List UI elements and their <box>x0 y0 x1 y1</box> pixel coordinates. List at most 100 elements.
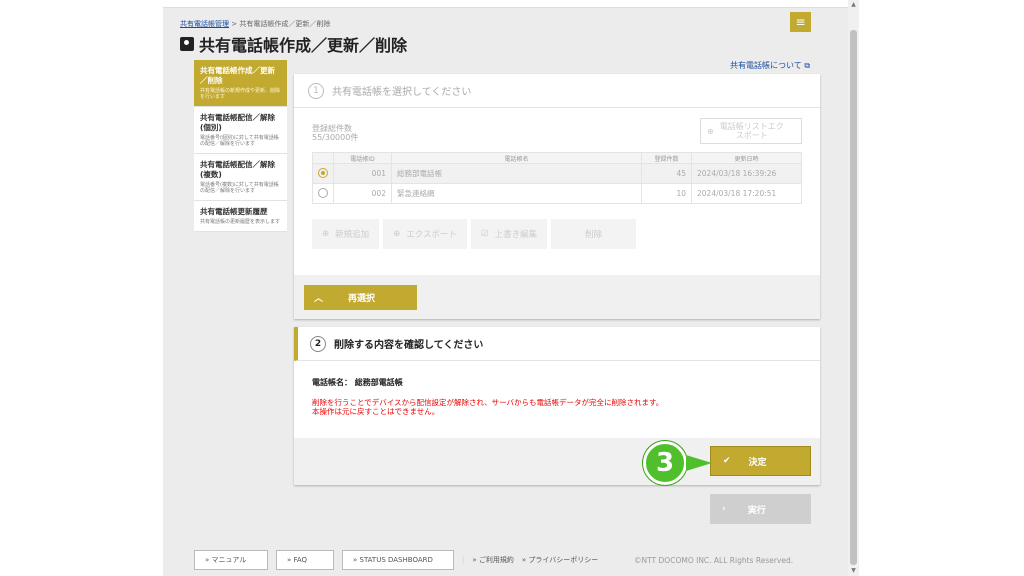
step1-panel: 1 共有電話帳を選択してください 登録総件数 55/30000件 ⊕ 電話帳リス… <box>294 74 820 319</box>
page-title-text: 共有電話帳作成／更新／削除 <box>199 36 408 55</box>
overwrite-edit-label: 上書き編集 <box>494 230 538 240</box>
phonebook-icon <box>180 37 194 51</box>
sidebar-item-create-update-delete[interactable]: 共有電話帳作成／更新／削除 共有電話帳の新規作成や更新、削除を行います <box>194 60 287 107</box>
sidebar-item-title: 共有電話帳配信／解除(複数) <box>200 160 275 179</box>
radio-selected[interactable] <box>318 167 328 178</box>
step2-title: 削除する内容を確認してください <box>334 340 484 351</box>
sidebar-item-title: 共有電話帳配信／解除(個別) <box>200 113 275 132</box>
breadcrumb-separator: > <box>229 20 240 28</box>
table-row[interactable]: 002 緊急連絡網 10 2024/03/18 17:20:51 <box>312 183 802 204</box>
confirm-name-value: 総務部電話帳 <box>354 378 403 387</box>
download-icon: ⊕ <box>393 229 401 239</box>
table-header-id: 電話帳ID <box>333 152 392 164</box>
row-id: 002 <box>333 183 392 204</box>
row-count: 10 <box>641 183 692 204</box>
add-new-label: 新規追加 <box>335 230 370 240</box>
decide-label: 決定 <box>748 457 767 468</box>
step2-panel: 2 削除する内容を確認してください 電話帳名： 総務部電話帳 削除を行うことでデ… <box>294 327 820 485</box>
execute-label: 実行 <box>747 505 766 516</box>
page-title: 共有電話帳作成／更新／削除 <box>180 32 407 56</box>
terms-link[interactable]: » ご利用規約 <box>472 555 514 565</box>
delete-label: 削除 <box>585 230 603 240</box>
execute-button[interactable]: › 実行 <box>710 494 811 524</box>
registered-count-value: 55/30000件 <box>312 133 359 142</box>
step2-number: 2 <box>310 335 326 352</box>
confirm-body: 電話帳名： 総務部電話帳 削除を行うことでデバイスから配信設定が解除され、サーバ… <box>312 377 663 416</box>
sidebar-item-distribute-multiple[interactable]: 共有電話帳配信／解除(複数) 電話番号(複数)に対して共有電話帳の配信／解除を行… <box>194 154 287 201</box>
reselect-button[interactable]: ︿ 再選択 <box>304 285 417 310</box>
download-icon: ⊕ <box>707 126 714 136</box>
row-name: 総務部電話帳 <box>391 163 642 184</box>
privacy-link[interactable]: » プライバシーポリシー <box>522 555 598 565</box>
breadcrumb-root-link[interactable]: 共有電話帳管理 <box>180 20 229 28</box>
export-list-button[interactable]: ⊕ 電話帳リストエクスポート <box>700 118 802 144</box>
add-new-button[interactable]: ⊕ 新規追加 <box>312 219 380 249</box>
row-updated: 2024/03/18 17:20:51 <box>691 183 802 204</box>
copyright: ©NTT DOCOMO INC. ALL Rights Reserved. <box>634 556 794 565</box>
export-button[interactable]: ⊕ エクスポート <box>383 219 468 249</box>
sidebar-item-desc: 電話番号(複数)に対して共有電話帳の配信／解除を行います <box>200 182 279 194</box>
breadcrumb: 共有電話帳管理 > 共有電話帳作成／更新／削除 <box>180 19 330 29</box>
scrollbar-thumb[interactable] <box>850 30 857 565</box>
table-header-name: 電話帳名 <box>391 152 642 164</box>
delete-warning: 削除を行うことでデバイスから配信設定が解除され、サーバからも電話帳データが完全に… <box>312 398 663 416</box>
overwrite-edit-button[interactable]: ☑ 上書き編集 <box>471 219 548 249</box>
scroll-down-icon[interactable]: ▼ <box>848 566 859 576</box>
decide-button[interactable]: ✔ 決定 <box>710 446 811 476</box>
sidebar-item-desc: 共有電話帳の更新履歴を表示します <box>200 219 281 225</box>
sidebar-item-title: 共有電話帳作成／更新／削除 <box>200 66 275 85</box>
faq-link[interactable]: » FAQ <box>276 550 334 570</box>
registered-count-label: 登録総件数 <box>312 124 352 133</box>
plus-circle-icon: ⊕ <box>322 229 330 239</box>
hamburger-icon: ≡ <box>795 15 806 29</box>
sidebar: 共有電話帳作成／更新／削除 共有電話帳の新規作成や更新、削除を行います 共有電話… <box>194 60 287 232</box>
menu-button[interactable]: ≡ <box>790 12 811 32</box>
decide-bar: ✔ 決定 <box>294 438 820 485</box>
confirm-phonebook-name: 電話帳名： 総務部電話帳 <box>312 377 663 388</box>
check-icon: ✔ <box>723 456 731 466</box>
sidebar-item-title: 共有電話帳更新履歴 <box>200 207 268 216</box>
table-row[interactable]: 001 総務部電話帳 45 2024/03/18 16:39:26 <box>312 163 802 184</box>
phonebook-table: 電話帳ID 電話帳名 登録件数 更新日時 001 総務部電話帳 45 2024/… <box>312 152 802 204</box>
export-list-label: 電話帳リストエクスポート <box>719 122 784 140</box>
callout-arrow-icon <box>686 455 712 471</box>
about-phonebook-link[interactable]: 共有電話帳について ⧉ <box>730 60 810 71</box>
row-id: 001 <box>333 163 392 184</box>
chevron-up-icon: ︿ <box>314 294 324 304</box>
scroll-up-icon[interactable]: ▲ <box>848 0 859 10</box>
sidebar-item-update-history[interactable]: 共有電話帳更新履歴 共有電話帳の更新履歴を表示します <box>194 201 287 232</box>
step1-number: 1 <box>308 82 324 99</box>
sidebar-item-desc: 共有電話帳の新規作成や更新、削除を行います <box>200 88 281 100</box>
confirm-name-label: 電話帳名： <box>312 378 352 387</box>
registered-count: 登録総件数 55/30000件 <box>312 124 358 142</box>
sidebar-item-distribute-individual[interactable]: 共有電話帳配信／解除(個別) 電話番号(個別)に対して共有電話帳の配信／解除を行… <box>194 107 287 154</box>
table-header-count: 登録件数 <box>641 152 692 164</box>
scrollbar[interactable]: ▲ ▼ <box>848 0 859 576</box>
reselect-label: 再選択 <box>348 294 376 304</box>
table-header-row: 電話帳ID 電話帳名 登録件数 更新日時 <box>312 152 802 164</box>
step3-callout: 3 <box>643 441 687 485</box>
breadcrumb-current: 共有電話帳作成／更新／削除 <box>239 20 331 28</box>
row-updated: 2024/03/18 16:39:26 <box>691 163 802 184</box>
status-dashboard-link[interactable]: » STATUS DASHBOARD <box>342 550 454 570</box>
reselect-bar: ︿ 再選択 <box>294 275 820 319</box>
phonebook-actions: ⊕ 新規追加 ⊕ エクスポート ☑ 上書き編集 削除 <box>312 219 637 249</box>
table-header-updated: 更新日時 <box>691 152 802 164</box>
row-select-cell[interactable] <box>312 183 334 204</box>
step1-header: 1 共有電話帳を選択してください <box>294 74 820 108</box>
delete-button[interactable]: 削除 <box>551 219 637 249</box>
export-label: エクスポート <box>406 230 458 240</box>
about-link-text: 共有電話帳について <box>730 61 802 70</box>
row-name: 緊急連絡網 <box>391 183 642 204</box>
external-link-icon: ⧉ <box>804 61 811 70</box>
chevron-right-icon: › <box>722 504 726 514</box>
manual-link[interactable]: » マニュアル <box>194 550 268 570</box>
radio-unselected[interactable] <box>318 187 328 198</box>
row-count: 45 <box>641 163 692 184</box>
edit-icon: ☑ <box>481 229 489 239</box>
step1-title: 共有電話帳を選択してください <box>332 87 472 98</box>
top-header-bar <box>163 0 848 8</box>
footer-divider: | <box>462 556 465 564</box>
table-header-select <box>312 152 334 164</box>
row-select-cell[interactable] <box>312 163 334 184</box>
